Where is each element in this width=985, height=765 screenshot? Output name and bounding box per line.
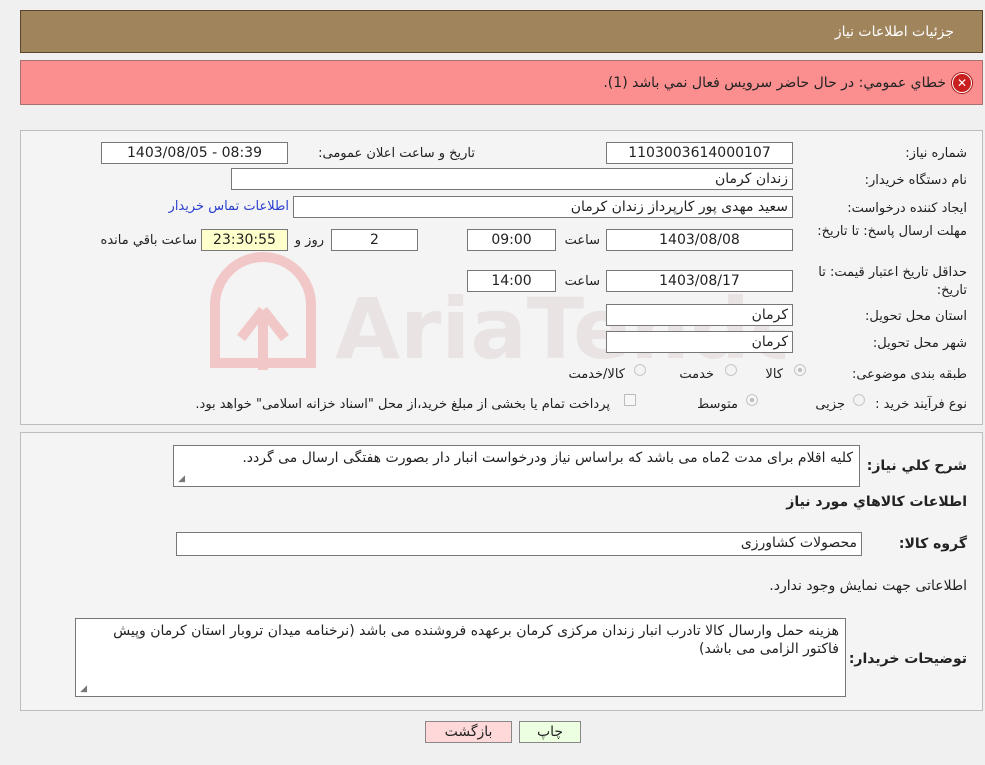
validity-label: حداقل تاریخ اعتبار قیمت: تا تاریخ: xyxy=(818,265,967,298)
buyer-notes-label: توضیحات خریدار: xyxy=(848,651,967,667)
category-radio-service[interactable] xyxy=(725,364,737,376)
process-radio-minor[interactable] xyxy=(853,394,865,406)
buyer-notes-field: هزینه حمل وارسال کالا تادرب انبار زندان … xyxy=(75,618,846,697)
error-alert: ✕ خطاي عمومي: در حال حاضر سرويس فعال نمي… xyxy=(20,60,983,105)
remaining-time-field: 23:30:55 xyxy=(201,229,288,251)
group-field: محصولات کشاورزی xyxy=(176,532,862,556)
need-number-label: شماره نیاز: xyxy=(905,146,967,161)
creator-label: ایجاد کننده درخواست: xyxy=(847,201,967,216)
days-field: 2 xyxy=(331,229,418,251)
creator-field: سعید مهدی پور کارپرداز زندان کرمان xyxy=(293,196,793,218)
goods-section-title: اطلاعات کالاهاي مورد نياز xyxy=(786,494,967,510)
back-button[interactable]: بازگشت xyxy=(425,721,512,743)
buyer-notes-text: هزینه حمل وارسال کالا تادرب انبار زندان … xyxy=(113,623,839,657)
process-option-minor: جزیی xyxy=(815,397,845,412)
buyer-contact-link[interactable]: اطلاعات تماس خریدار xyxy=(169,199,289,214)
city-field: کرمان xyxy=(606,331,793,353)
deadline-time-field: 09:00 xyxy=(467,229,556,251)
category-label: طبقه بندی موضوعی: xyxy=(851,367,967,382)
province-field: کرمان xyxy=(606,304,793,326)
deadline-date-field: 1403/08/08 xyxy=(606,229,793,251)
resize-grip-icon[interactable]: ◢ xyxy=(176,475,185,484)
summary-field: کلیه اقلام برای مدت 2ماه می باشد که براس… xyxy=(173,445,860,487)
page-title: جزئیات اطلاعات نیاز xyxy=(834,23,954,40)
buyer-label: نام دستگاه خریدار: xyxy=(864,173,967,188)
process-option-medium: متوسط xyxy=(697,397,738,412)
no-info-text: اطلاعاتی جهت نمایش وجود ندارد. xyxy=(769,578,967,594)
payment-note: پرداخت تمام یا بخشی از مبلغ خرید،از محل … xyxy=(195,397,610,412)
deadline-label: مهلت ارسال پاسخ: تا تاریخ: xyxy=(817,224,967,239)
city-label: شهر محل تحویل: xyxy=(872,336,967,351)
page-header: جزئیات اطلاعات نیاز xyxy=(20,10,983,53)
error-icon: ✕ xyxy=(952,72,972,93)
buyer-field: زندان کرمان xyxy=(231,168,793,190)
summary-label: شرح کلي نياز: xyxy=(866,458,967,474)
category-option-service: خدمت xyxy=(679,367,714,382)
province-label: استان محل تحویل: xyxy=(865,309,967,324)
process-radio-medium[interactable] xyxy=(746,394,758,406)
need-number-field: 1103003614000107 xyxy=(606,142,793,164)
category-option-goods-service: کالا/خدمت xyxy=(568,367,625,382)
category-option-goods: کالا xyxy=(765,367,783,382)
days-label: روز و xyxy=(294,233,324,248)
summary-text: کلیه اقلام برای مدت 2ماه می باشد که براس… xyxy=(242,450,853,466)
announce-label: تاریخ و ساعت اعلان عمومی: xyxy=(318,146,475,161)
validity-time-field: 14:00 xyxy=(467,270,556,292)
announce-field: 1403/08/05 - 08:39 xyxy=(101,142,288,164)
category-radio-goods-service[interactable] xyxy=(634,364,646,376)
process-label: نوع فرآیند خرید : xyxy=(875,397,967,412)
group-label: گروه کالا: xyxy=(898,536,967,552)
treasury-checkbox[interactable] xyxy=(624,394,636,406)
remaining-label: ساعت باقي مانده xyxy=(100,233,197,248)
validity-date-field: 1403/08/17 xyxy=(606,270,793,292)
category-radio-goods[interactable] xyxy=(794,364,806,376)
resize-grip-icon[interactable]: ◢ xyxy=(78,685,87,694)
validity-time-label: ساعت xyxy=(564,274,600,289)
deadline-time-label: ساعت xyxy=(564,233,600,248)
error-message: خطاي عمومي: در حال حاضر سرويس فعال نمي ب… xyxy=(603,74,946,91)
print-button[interactable]: چاپ xyxy=(519,721,581,743)
